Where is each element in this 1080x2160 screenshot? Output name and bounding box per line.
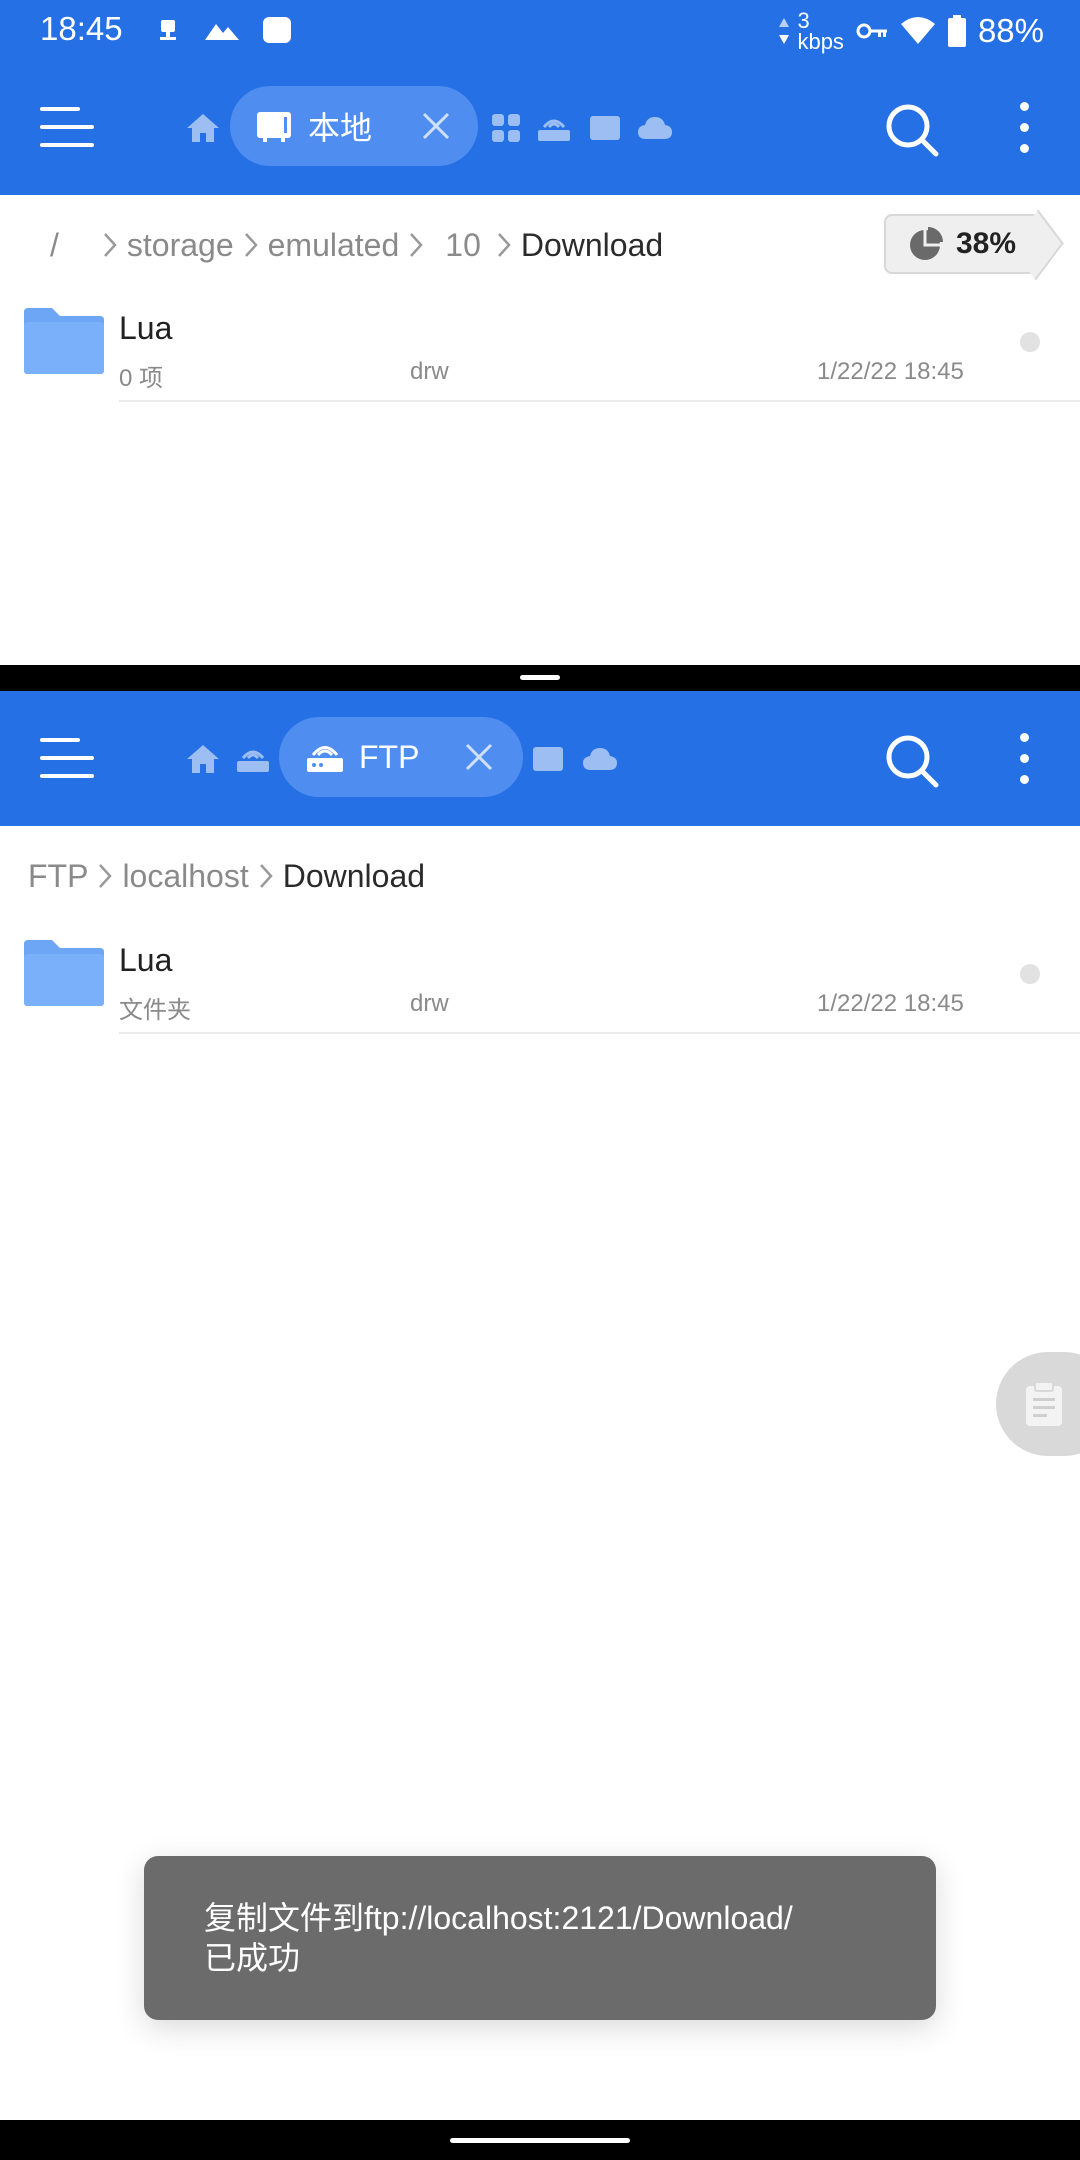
top-toolbar: 本地 (0, 60, 1080, 195)
more-options-icon[interactable] (1018, 100, 1030, 156)
chevron-right-icon (103, 233, 117, 257)
pie-chart-icon (910, 227, 943, 260)
clipboard-icon (1026, 1381, 1062, 1426)
select-indicator[interactable] (1020, 964, 1040, 984)
breadcrumb-current[interactable]: Download (521, 227, 663, 264)
file-permissions: drw (410, 990, 449, 1017)
search-icon[interactable] (884, 102, 940, 158)
file-info: 0 项 (119, 365, 164, 392)
split-screen-divider[interactable] (0, 665, 1080, 691)
chevron-right-icon (99, 864, 113, 888)
storage-device-icon (257, 112, 291, 142)
chevron-right-icon (259, 864, 273, 888)
ethernet-icon (156, 14, 180, 46)
cloud-tab-icon[interactable] (580, 739, 620, 779)
sdcard-tab-icon[interactable] (528, 739, 568, 779)
more-options-icon[interactable] (1018, 731, 1030, 787)
cloud-tab-icon[interactable] (635, 108, 675, 148)
storage-usage-badge[interactable]: 38% (884, 214, 1038, 274)
square-app-icon (261, 14, 293, 46)
home-tab-icon[interactable] (183, 108, 223, 148)
chevron-right-icon (244, 233, 258, 257)
breadcrumb-emulated[interactable]: emulated (268, 227, 400, 264)
file-name: Lua (119, 942, 173, 978)
chevron-right-icon (497, 233, 511, 257)
home-gesture-pill[interactable] (450, 2138, 630, 2143)
tab-ftp-label: FTP (359, 738, 420, 775)
breadcrumb-localhost[interactable]: localhost (122, 858, 248, 895)
network-speed-unit: kbps (797, 29, 844, 54)
folder-icon (24, 940, 104, 1006)
battery-icon (947, 15, 966, 47)
toast-message: 复制文件到ftp://localhost:2121/Download/ 已成功 (144, 1856, 936, 2020)
menu-button[interactable] (40, 736, 94, 780)
network-speed-value: 3 (797, 8, 810, 33)
vpn-key-icon (856, 23, 887, 39)
folder-icon (24, 308, 104, 374)
status-bar: 18:45 3 kbps 88% (0, 0, 1080, 60)
breadcrumb-storage[interactable]: storage (127, 227, 234, 264)
sdcard-tab-icon[interactable] (585, 108, 625, 148)
apps-tab-icon[interactable] (486, 108, 526, 148)
select-indicator[interactable] (1020, 332, 1040, 352)
network-tab-icon[interactable] (534, 108, 574, 148)
search-icon[interactable] (884, 733, 940, 789)
storage-usage-percent: 38% (956, 227, 1017, 260)
tab-local[interactable]: 本地 (230, 86, 478, 166)
bottom-toolbar: FTP (0, 691, 1080, 826)
battery-percent: 88% (977, 12, 1044, 49)
close-tab-icon[interactable] (459, 737, 499, 777)
close-tab-icon[interactable] (416, 106, 456, 146)
network-speed: 3 kbps (777, 8, 844, 54)
status-time: 18:45 (40, 10, 123, 47)
breadcrumb-current[interactable]: Download (283, 858, 425, 895)
divider (119, 400, 1080, 402)
file-date: 1/22/22 18:45 (817, 358, 964, 385)
chevron-right-icon (410, 233, 423, 257)
wifi-icon (900, 17, 935, 44)
navigation-bar (0, 2120, 1080, 2160)
data-arrows-icon (779, 18, 790, 44)
toast-line-1: 复制文件到ftp://localhost:2121/Download/ (204, 1900, 793, 1936)
file-info: 文件夹 (119, 997, 191, 1024)
breadcrumb-root[interactable]: / (50, 227, 59, 264)
ftp-router-icon (307, 746, 343, 772)
breadcrumb-10[interactable]: 10 (445, 227, 481, 264)
list-item[interactable]: Lua 0 项 drw 1/22/22 18:45 (0, 292, 1080, 402)
home-tab-icon[interactable] (183, 739, 223, 779)
network-tab-icon[interactable] (233, 739, 273, 779)
split-drag-handle[interactable] (520, 675, 560, 680)
file-date: 1/22/22 18:45 (817, 990, 964, 1017)
tab-local-label: 本地 (308, 110, 373, 146)
list-item[interactable]: Lua 文件夹 drw 1/22/22 18:45 (0, 924, 1080, 1034)
file-permissions: drw (410, 358, 449, 385)
toast-line-2: 已成功 (204, 1940, 301, 1976)
tab-ftp[interactable]: FTP (279, 717, 523, 797)
menu-button[interactable] (40, 105, 94, 149)
clipboard-button[interactable] (996, 1352, 1080, 1456)
divider (119, 1032, 1080, 1034)
bottom-breadcrumb: FTP localhost Download (0, 831, 1080, 921)
mountain-icon (204, 14, 240, 46)
file-name: Lua (119, 310, 173, 346)
breadcrumb-ftp[interactable]: FTP (28, 858, 88, 895)
status-right: 3 kbps 88% (777, 8, 1044, 54)
